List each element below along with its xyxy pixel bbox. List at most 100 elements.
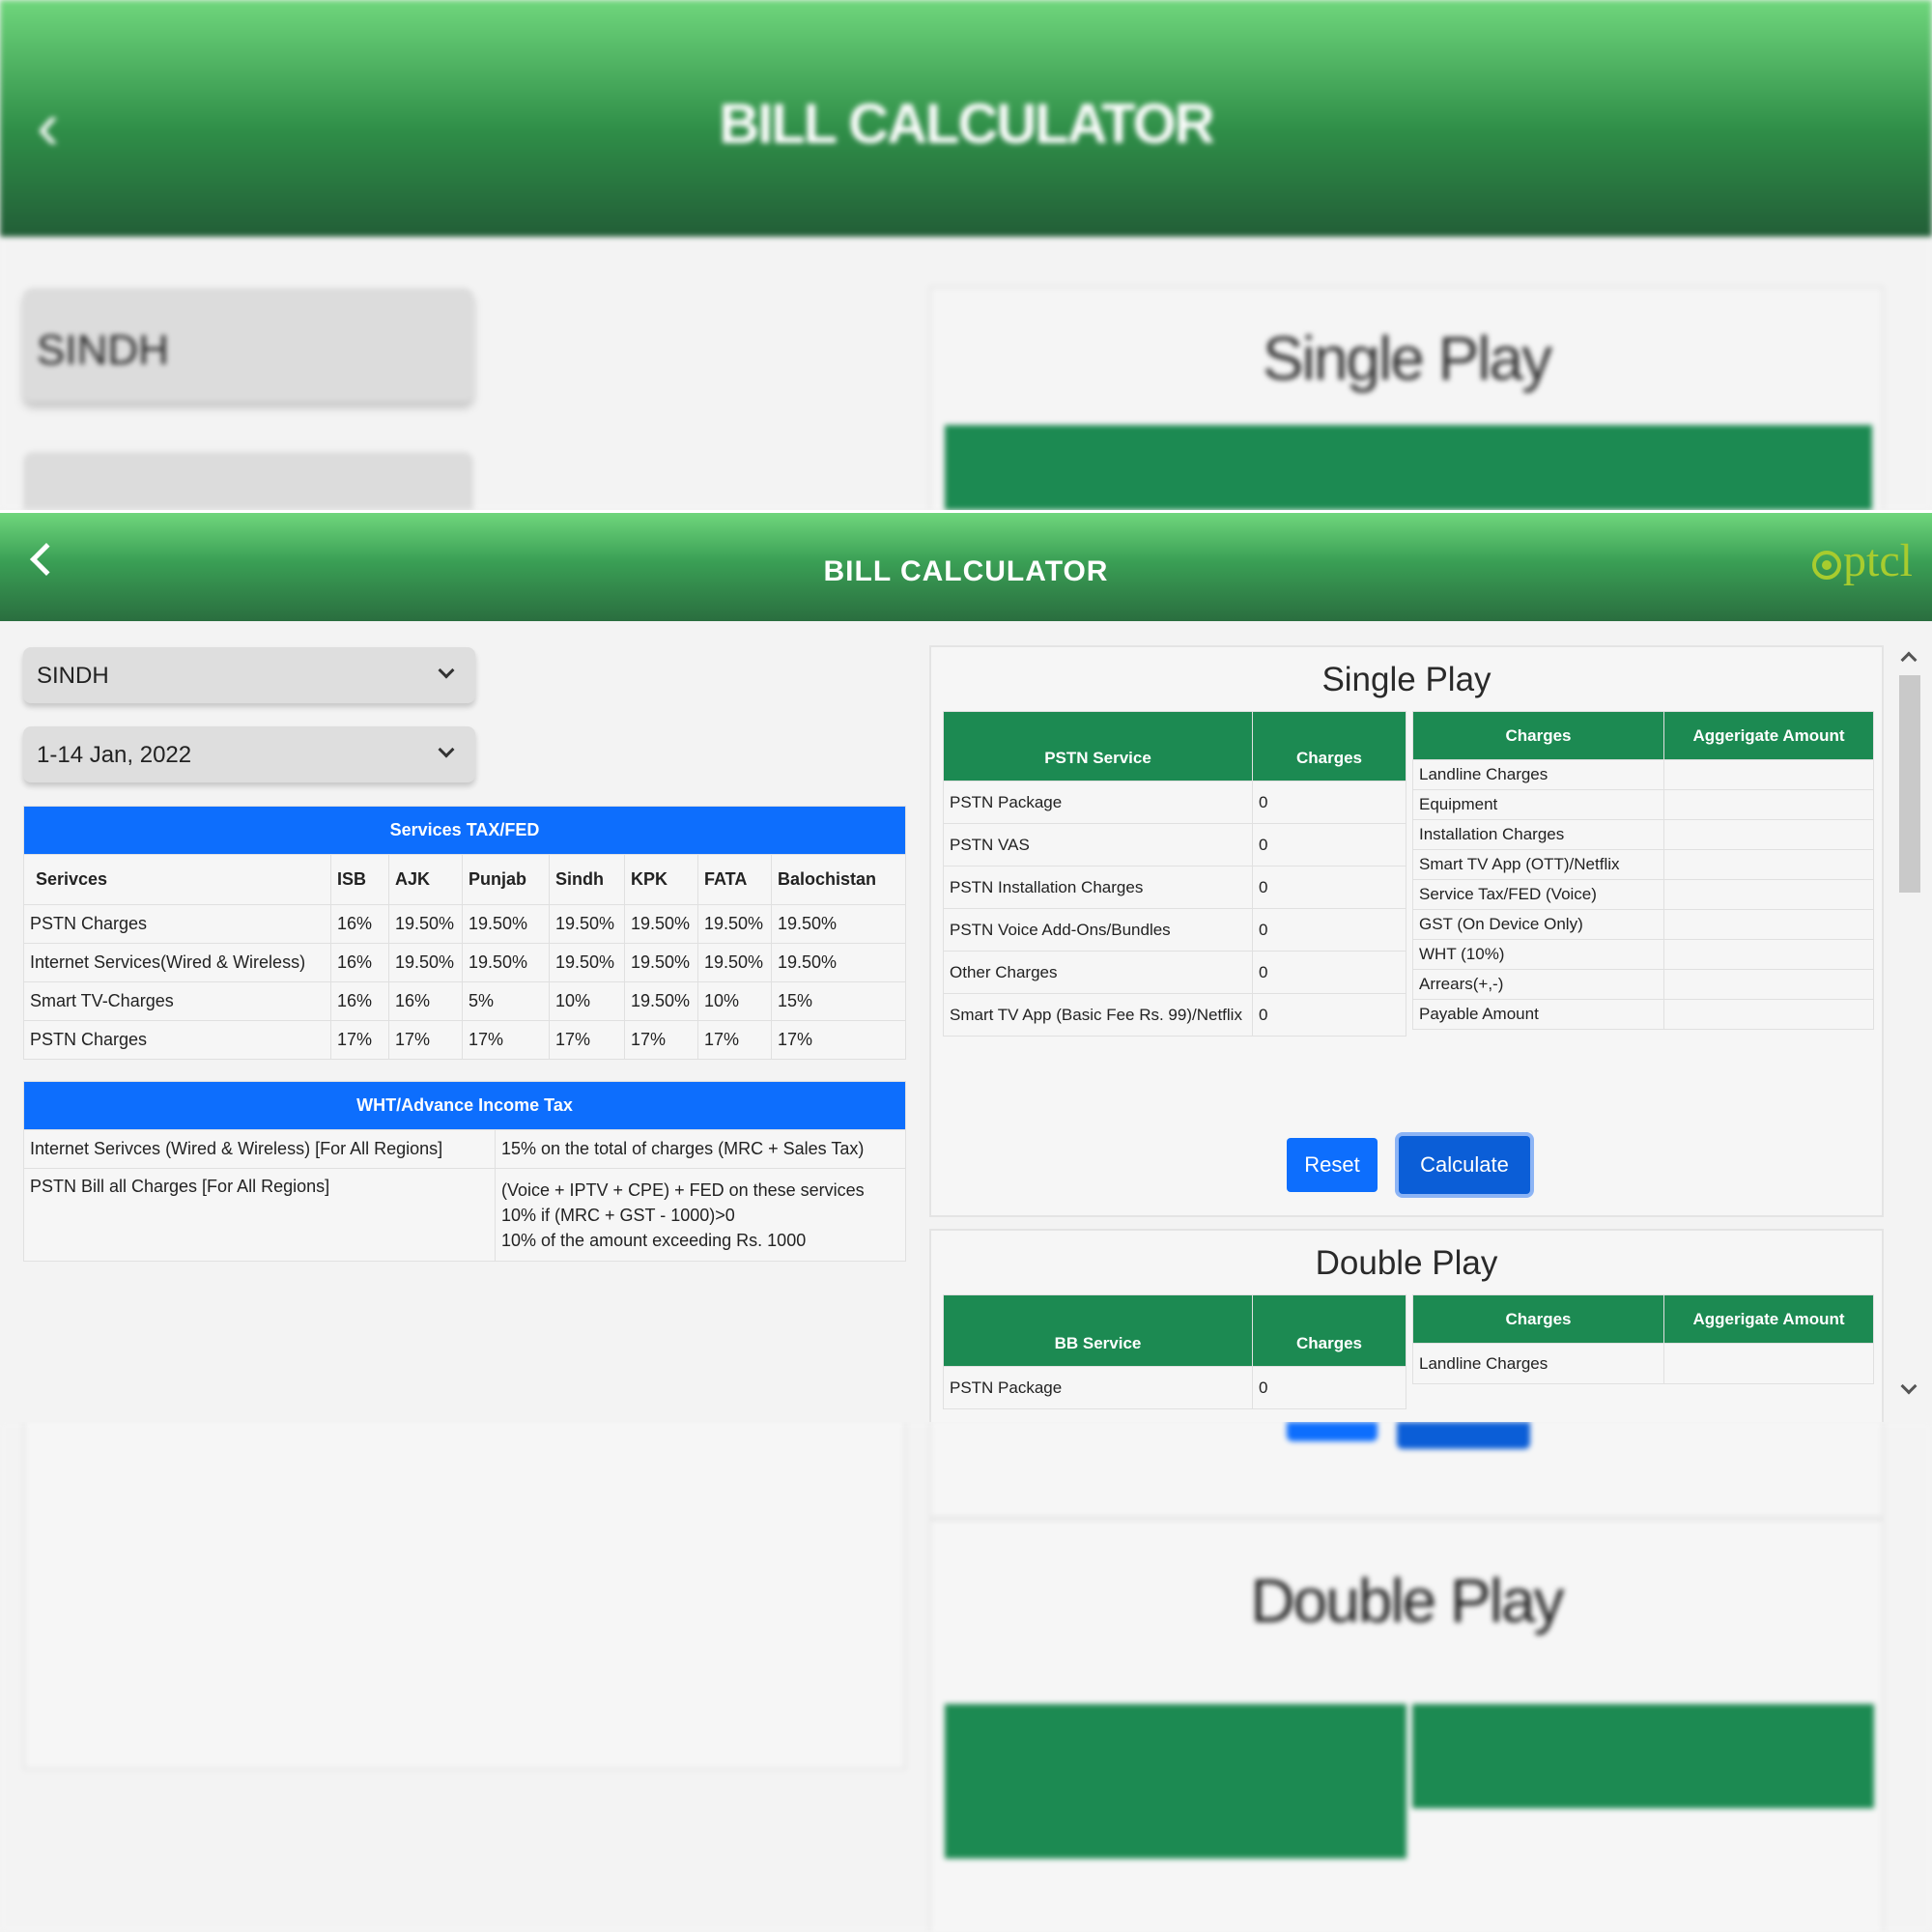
table-row: WHT (10%) xyxy=(1412,939,1874,970)
chevron-down-icon[interactable] xyxy=(1900,1378,1918,1395)
wht-label: Internet Serivces (Wired & Wireless) [Fo… xyxy=(23,1129,496,1169)
charge-label: Landline Charges xyxy=(1412,759,1664,790)
table-row: Smart TV App (Basic Fee Rs. 99)/Netflix 0 xyxy=(943,993,1406,1037)
tax-rate: 17% xyxy=(388,1020,463,1060)
column-header: Charges xyxy=(1412,711,1664,760)
column-header: Aggerigate Amount xyxy=(1663,711,1874,760)
tax-rate: 17% xyxy=(330,1020,389,1060)
service-charge-input[interactable]: 0 xyxy=(1252,993,1406,1037)
tax-rate: 19.50% xyxy=(462,904,550,944)
blurred-period-select xyxy=(23,452,473,510)
aggregate-value xyxy=(1663,939,1874,970)
service-charge-input[interactable]: 0 xyxy=(1252,866,1406,909)
table-row: Smart TV-Charges 16% 16% 5% 10% 19.50% 10% 15% xyxy=(23,981,906,1021)
column-header: Aggerigate Amount xyxy=(1663,1294,1874,1344)
scrollbar-thumb[interactable] xyxy=(1899,675,1920,893)
column-header: Punjab xyxy=(462,854,550,905)
blurred-calculate-button xyxy=(1397,1422,1530,1449)
blurred-double-play-card: Double Play xyxy=(929,1519,1884,1932)
background-blurred-bottom: Double Play xyxy=(0,1422,1932,1932)
chevron-down-icon xyxy=(438,741,455,758)
aggregate-table: Charges Aggerigate Amount Landline Charg… xyxy=(1412,711,1874,1030)
tax-rate: 17% xyxy=(549,1020,625,1060)
tax-rate: 19.50% xyxy=(388,943,463,982)
table-row: Payable Amount xyxy=(1412,999,1874,1030)
service-charge-input[interactable]: 0 xyxy=(1252,1366,1406,1409)
service-name: PSTN Installation Charges xyxy=(943,866,1253,909)
service-name: PSTN Package xyxy=(943,781,1253,824)
service-name: PSTN Package xyxy=(943,1366,1253,1409)
period-select[interactable]: 1-14 Jan, 2022 xyxy=(23,726,475,782)
blurred-wht-table xyxy=(23,1422,906,1770)
blurred-double-play-title: Double Play xyxy=(1250,1566,1564,1635)
table-row: PSTN Bill all Charges [For All Regions] … xyxy=(23,1168,906,1262)
aggregate-value xyxy=(1663,759,1874,790)
logo-ring-icon xyxy=(1812,550,1842,580)
service-name: Smart TV App (Basic Fee Rs. 99)/Netflix xyxy=(943,993,1253,1037)
table-row: Landline Charges xyxy=(1412,759,1874,790)
calculate-button[interactable]: Calculate xyxy=(1399,1136,1530,1194)
tax-rate: 16% xyxy=(330,904,389,944)
service-charge-input[interactable]: 0 xyxy=(1252,908,1406,952)
charge-label: Landline Charges xyxy=(1412,1343,1664,1384)
table-row: Installation Charges xyxy=(1412,819,1874,850)
region-select-value: SINDH xyxy=(37,663,109,689)
tax-rate: 17% xyxy=(771,1020,906,1060)
wht-table: WHT/Advance Income Tax Internet Serivces… xyxy=(23,1081,906,1262)
wht-banner: WHT/Advance Income Tax xyxy=(23,1081,906,1130)
column-header: Serivces xyxy=(23,854,331,905)
service-name: PSTN Charges xyxy=(23,1020,331,1060)
wht-line: (Voice + IPTV + CPE) + FED on these serv… xyxy=(501,1179,865,1200)
column-header: FATA xyxy=(697,854,772,905)
ptcl-logo: ptcl xyxy=(1812,534,1913,587)
tax-rate: 19.50% xyxy=(388,904,463,944)
column-header: PSTN Service xyxy=(943,711,1253,781)
table-row: PSTN Package 0 xyxy=(943,1366,1406,1409)
tax-rate: 17% xyxy=(697,1020,772,1060)
table-row: PSTN Installation Charges 0 xyxy=(943,866,1406,909)
aggregate-value xyxy=(1663,909,1874,940)
reset-button[interactable]: Reset xyxy=(1287,1138,1378,1192)
blurred-header: ‹ BILL CALCULATOR xyxy=(0,0,1932,237)
charge-label: Smart TV App (OTT)/Netflix xyxy=(1412,849,1664,880)
wht-line: 10% if (MRC + GST - 1000)>0 xyxy=(501,1205,735,1225)
service-name: PSTN Charges xyxy=(23,904,331,944)
tax-rate: 17% xyxy=(462,1020,550,1060)
tax-rate: 10% xyxy=(549,981,625,1021)
blurred-title: BILL CALCULATOR xyxy=(719,93,1214,156)
column-header: KPK xyxy=(624,854,698,905)
column-header: Charges xyxy=(1252,711,1406,781)
service-charge-input[interactable]: 0 xyxy=(1252,781,1406,824)
service-charge-input[interactable]: 0 xyxy=(1252,823,1406,867)
chevron-up-icon[interactable] xyxy=(1900,651,1918,668)
tax-rate: 16% xyxy=(330,943,389,982)
table-row: Internet Serivces (Wired & Wireless) [Fo… xyxy=(23,1129,906,1169)
pstn-service-table: PSTN Service Charges PSTN Package 0 PSTN V… xyxy=(943,711,1406,1037)
table-row: PSTN Charges 16% 19.50% 19.50% 19.50% 19.50% 1… xyxy=(23,904,906,944)
tax-rate: 19.50% xyxy=(624,981,698,1021)
double-aggregate-table: Charges Aggerigate Amount Landline Charg… xyxy=(1412,1294,1874,1384)
bb-service-table: BB Service Charges PSTN Package 0 xyxy=(943,1294,1406,1409)
service-name: Internet Services(Wired & Wireless) xyxy=(23,943,331,982)
service-charge-input[interactable]: 0 xyxy=(1252,951,1406,994)
aggregate-value xyxy=(1663,999,1874,1030)
period-select-value: 1-14 Jan, 2022 xyxy=(37,742,192,768)
vertical-scrollbar[interactable] xyxy=(1889,646,1932,1400)
table-row: Other Charges 0 xyxy=(943,951,1406,994)
table-row: PSTN Charges 17% 17% 17% 17% 17% 17% 17% xyxy=(23,1020,906,1060)
blurred-reset-button xyxy=(1287,1422,1378,1441)
region-select[interactable]: SINDH xyxy=(23,647,475,703)
tax-rate: 19.50% xyxy=(771,904,906,944)
table-row: Service Tax/FED (Voice) xyxy=(1412,879,1874,910)
single-play-title: Single Play xyxy=(1321,661,1492,698)
table-row: Smart TV App (OTT)/Netflix xyxy=(1412,849,1874,880)
blurred-region-select: SINDH xyxy=(23,288,473,402)
double-play-title: Double Play xyxy=(1315,1244,1498,1282)
table-row: PSTN Voice Add-Ons/Bundles 0 xyxy=(943,908,1406,952)
tax-rate: 19.50% xyxy=(771,943,906,982)
table-row: Equipment xyxy=(1412,789,1874,820)
aggregate-value xyxy=(1663,819,1874,850)
column-header: ISB xyxy=(330,854,389,905)
blurred-single-play-card: Single Play xyxy=(929,286,1884,510)
charge-label: Equipment xyxy=(1412,789,1664,820)
